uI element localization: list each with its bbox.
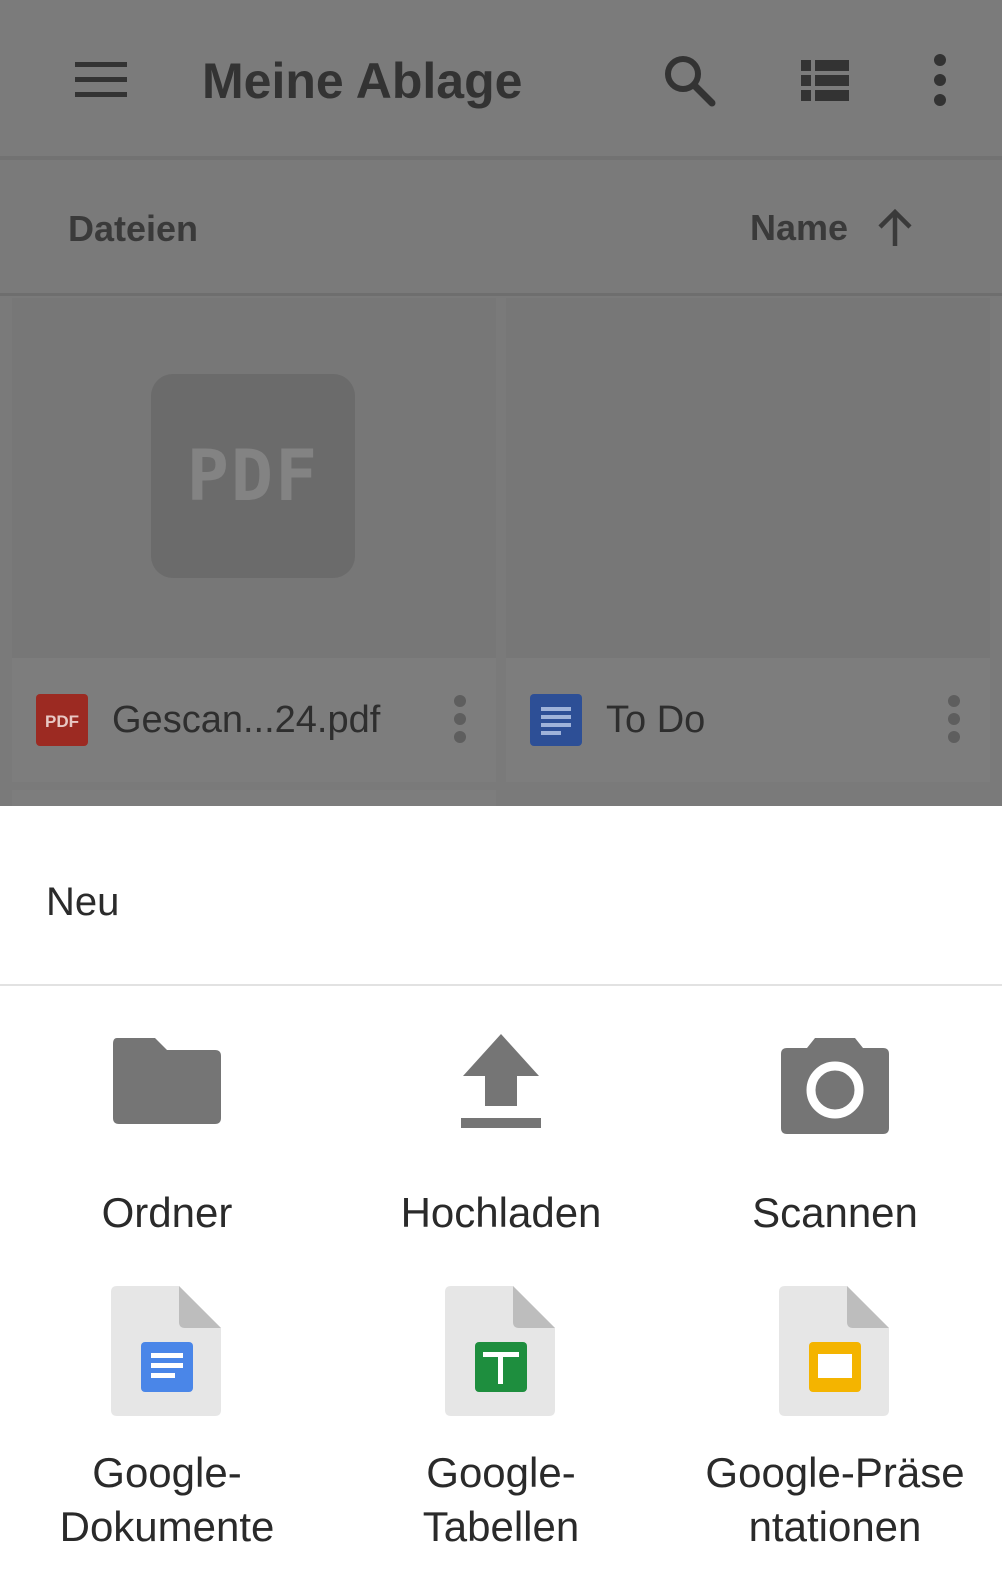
pdf-preview-label: PDF — [186, 435, 320, 517]
option-icon-wrap — [0, 1284, 334, 1420]
file-more-button[interactable] — [442, 686, 478, 752]
file-preview — [506, 298, 990, 658]
option-label: Google- Dokumente — [0, 1446, 334, 1554]
file-card-footer: To Do — [506, 658, 990, 782]
google-docs-icon — [111, 1286, 221, 1416]
file-card-footer: PDF Gescan...24.pdf — [12, 658, 496, 782]
google-docs-icon — [530, 694, 582, 746]
arrow-upward-icon — [878, 208, 912, 246]
sheet-divider — [0, 984, 1002, 986]
drive-background: Meine Ablage Dateien Name PDF PDF Gescan… — [0, 0, 1002, 806]
file-card-pdf[interactable]: PDF PDF Gescan...24.pdf — [12, 298, 496, 782]
app-toolbar: Meine Ablage — [0, 0, 1002, 160]
option-icon-wrap — [334, 1284, 668, 1420]
sheet-title: Neu — [46, 880, 120, 924]
file-card-doc[interactable]: To Do — [506, 298, 990, 782]
more-options-button[interactable] — [905, 48, 975, 112]
option-label: Hochladen — [400, 1189, 602, 1236]
google-sheets-icon — [445, 1286, 555, 1416]
pdf-preview-icon: PDF — [151, 374, 355, 578]
more-vert-icon — [934, 54, 946, 106]
option-icon-wrap — [0, 1034, 334, 1144]
upload-icon — [461, 1034, 541, 1128]
more-vert-icon — [948, 695, 960, 743]
sort-label: Name — [750, 207, 849, 248]
sort-bar: Dateien Name — [0, 164, 1002, 296]
pdf-file-icon-badge: PDF — [45, 712, 79, 731]
option-label-line2: ntationen — [748, 1503, 922, 1550]
camera-icon — [781, 1038, 889, 1134]
list-view-button[interactable] — [790, 48, 860, 112]
option-label-line1: Google-Präse — [705, 1449, 965, 1496]
section-label: Dateien — [68, 208, 199, 249]
option-label: Scannen — [752, 1189, 918, 1236]
file-more-button[interactable] — [936, 686, 972, 752]
option-icon-wrap — [334, 1034, 668, 1144]
option-label: Google- Tabellen — [334, 1446, 668, 1554]
page-title: Meine Ablage — [202, 53, 523, 109]
option-label-line2: Tabellen — [422, 1503, 580, 1550]
option-label-line1: Google- — [426, 1449, 576, 1496]
menu-icon — [75, 62, 127, 97]
next-file-card-edge — [12, 790, 496, 806]
pdf-file-icon: PDF — [36, 694, 88, 746]
folder-icon — [113, 1038, 221, 1124]
file-name: Gescan...24.pdf — [112, 699, 381, 741]
option-icon-wrap — [668, 1284, 1002, 1420]
search-icon — [665, 56, 716, 107]
option-label: Google-Präse ntationen — [668, 1446, 1002, 1554]
sort-by-name-control[interactable]: Name — [750, 200, 914, 256]
new-item-sheet: Neu Ordner Hochladen Scannen Google- Dok… — [0, 806, 1002, 1576]
file-name: To Do — [606, 699, 706, 741]
file-preview: PDF — [12, 298, 496, 658]
option-icon-wrap — [668, 1034, 1002, 1144]
list-view-icon — [801, 60, 849, 101]
menu-button[interactable] — [66, 48, 136, 112]
search-button[interactable] — [654, 48, 724, 112]
option-label-line2: Dokumente — [59, 1503, 275, 1550]
option-label: Ordner — [101, 1189, 233, 1236]
more-vert-icon — [454, 695, 466, 743]
google-slides-icon — [779, 1286, 889, 1416]
option-label-line1: Google- — [92, 1449, 242, 1496]
